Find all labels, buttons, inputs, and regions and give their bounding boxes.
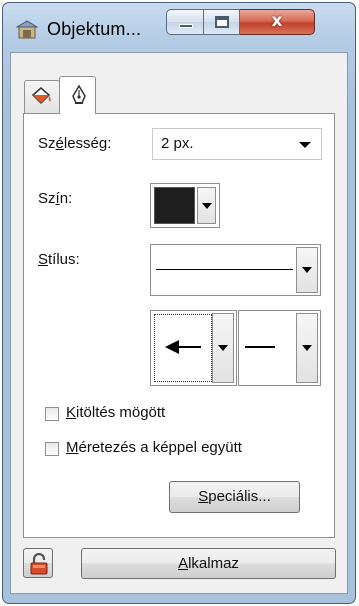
width-combobox[interactable]: 2 px.: [152, 128, 322, 160]
lock-button[interactable]: [23, 548, 53, 578]
line-end-plain-icon: [245, 346, 275, 348]
line-end-dropdown-button[interactable]: [296, 313, 318, 383]
chevron-down-icon: [201, 202, 212, 209]
chevron-down-icon: [302, 267, 312, 273]
minimize-icon: [179, 24, 193, 28]
properties-window: Objektum... x Szélesség: 2 px. Szín: Stí…: [2, 2, 356, 604]
width-value: 2 px.: [161, 135, 194, 152]
line-start-dropdown-button[interactable]: [212, 313, 234, 383]
line-style-preview: [156, 269, 293, 270]
app-icon: [16, 20, 38, 39]
unlocked-padlock-icon: [30, 553, 48, 575]
scale-with-image-checkbox[interactable]: [45, 442, 59, 456]
tab-fill[interactable]: [24, 80, 60, 113]
chevron-down-icon: [302, 345, 312, 351]
arrow-left-icon: [165, 340, 201, 354]
caption-buttons: x: [166, 9, 315, 35]
window-title: Objektum...: [47, 19, 142, 39]
close-button[interactable]: x: [240, 9, 315, 35]
dialog-client-area: Szélesség: 2 px. Szín: Stílus: Kitöltés …: [10, 52, 348, 594]
fill-behind-label[interactable]: Kitöltés mögött: [66, 404, 165, 421]
stroke-panel: Szélesség: 2 px. Szín: Stílus: Kitöltés …: [23, 113, 335, 538]
color-dropdown-button[interactable]: [197, 187, 216, 224]
apply-button[interactable]: Alkalmaz: [81, 548, 336, 579]
title-bar[interactable]: Objektum... x: [3, 3, 355, 55]
line-style-combobox[interactable]: [150, 244, 321, 296]
maximize-button[interactable]: [204, 9, 240, 35]
style-label: Stílus:: [38, 251, 80, 268]
line-start-combobox[interactable]: [150, 310, 237, 386]
scale-with-image-label[interactable]: Méretezés a képpel együtt: [66, 439, 242, 456]
maximize-icon: [215, 16, 229, 28]
color-picker[interactable]: [150, 183, 220, 228]
color-label: Szín:: [38, 190, 73, 207]
minimize-button[interactable]: [166, 9, 204, 35]
special-button[interactable]: Speciális...: [169, 481, 300, 513]
color-swatch: [154, 187, 195, 224]
fill-behind-checkbox[interactable]: [45, 407, 59, 421]
chevron-down-icon: [218, 345, 228, 351]
tab-stroke[interactable]: [59, 76, 96, 114]
line-style-dropdown-button[interactable]: [296, 247, 318, 293]
fill-bucket-icon: [31, 87, 51, 105]
pen-nib-icon: [72, 84, 86, 104]
close-icon: x: [271, 11, 283, 31]
chevron-down-icon: [299, 142, 311, 148]
width-label: Szélesség:: [38, 135, 112, 152]
line-end-combobox[interactable]: [238, 310, 321, 386]
